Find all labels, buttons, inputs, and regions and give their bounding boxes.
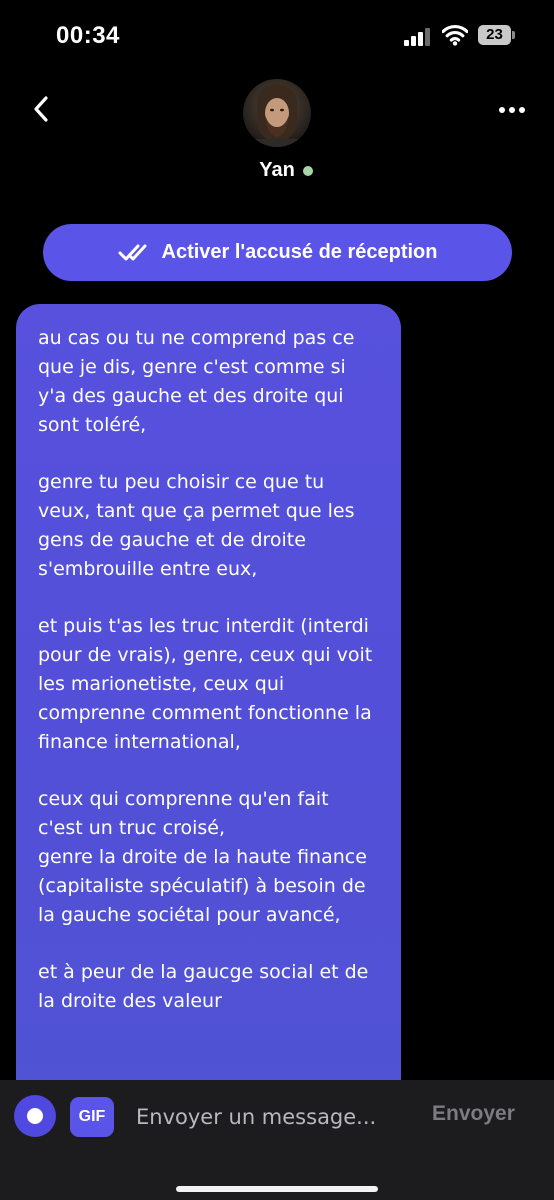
battery-icon: 23 <box>478 25 516 45</box>
message-paragraph: genre tu peu choisir ce que tu veux, tan… <box>38 471 355 580</box>
status-bar: 00:34 23 <box>0 0 554 70</box>
message-composer: GIF Envoyer <box>0 1080 554 1200</box>
send-button[interactable]: Envoyer <box>432 1102 515 1126</box>
back-button[interactable] <box>24 92 58 126</box>
read-receipt-label: Activer l'accusé de réception <box>161 241 438 263</box>
message-paragraph: et à peur de la gaucge social et de la d… <box>38 961 369 1012</box>
more-options-button[interactable] <box>494 96 530 124</box>
message-paragraph: au cas ou tu ne comprend pas ce que je d… <box>38 327 355 436</box>
record-button[interactable] <box>14 1095 56 1137</box>
online-status-dot <box>302 166 313 176</box>
status-time: 00:34 <box>56 22 120 49</box>
message-bubble[interactable]: au cas ou tu ne comprend pas ce que je d… <box>16 304 401 1104</box>
contact-name-row: Yan <box>0 159 554 182</box>
avatar[interactable] <box>243 79 311 147</box>
message-paragraph: ceux qui comprenne qu'en fait c'est un t… <box>38 788 367 926</box>
home-indicator[interactable] <box>176 1186 378 1192</box>
gif-button[interactable]: GIF <box>70 1097 114 1137</box>
more-icon <box>499 107 525 113</box>
activate-read-receipt-button[interactable]: Activer l'accusé de réception <box>43 224 512 281</box>
battery-level: 23 <box>478 25 511 45</box>
record-icon <box>27 1108 43 1124</box>
contact-name: Yan <box>259 159 295 181</box>
message-paragraph: et puis t'as les truc interdit (interdi … <box>38 615 373 753</box>
wifi-icon <box>442 24 468 46</box>
signal-icon <box>404 28 432 46</box>
message-input[interactable] <box>136 1098 406 1136</box>
chat-screen: 00:34 23 Yan Activer l'accusé de récepti… <box>0 0 554 1200</box>
back-icon <box>34 96 48 122</box>
double-check-icon <box>118 244 146 260</box>
